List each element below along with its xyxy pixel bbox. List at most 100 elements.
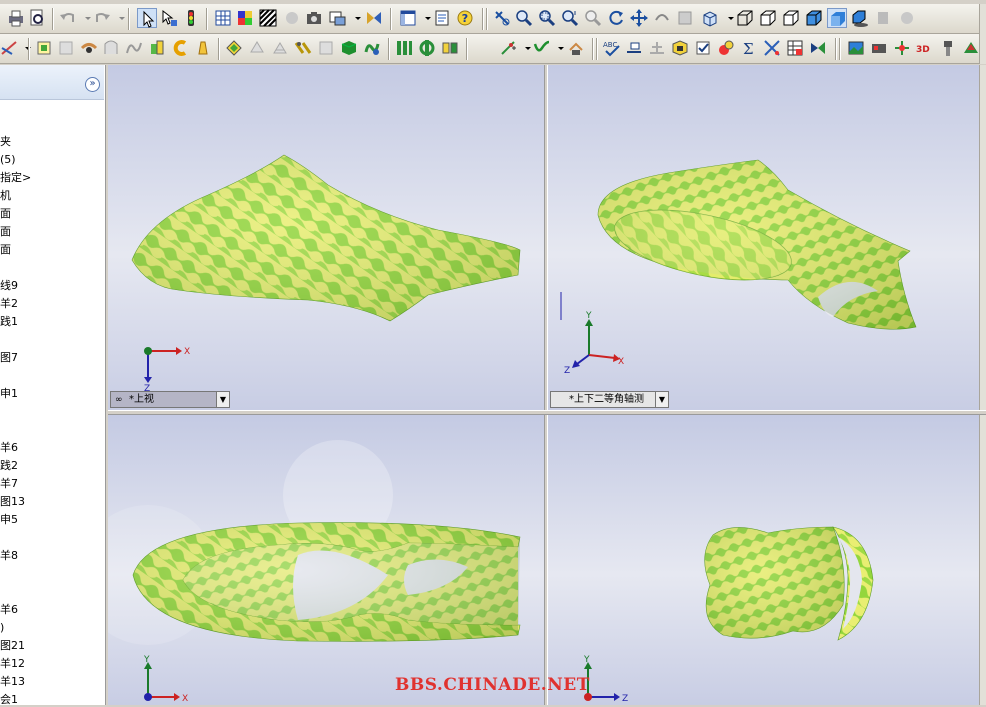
tree-item[interactable]: 指定> bbox=[0, 171, 31, 185]
tree-item[interactable]: 面 bbox=[0, 207, 11, 221]
rebuild-icon[interactable] bbox=[181, 8, 201, 28]
filled-surface-icon[interactable] bbox=[147, 38, 167, 58]
lofted-surface-icon[interactable] bbox=[101, 38, 121, 58]
view-dropdown-icon[interactable]: ▼ bbox=[655, 392, 668, 407]
thicken-icon[interactable] bbox=[339, 38, 359, 58]
select-other-icon[interactable] bbox=[159, 8, 179, 28]
3d-content-icon[interactable]: 3D bbox=[915, 38, 935, 58]
shaded-icon[interactable] bbox=[827, 8, 847, 28]
zebra-stripes-icon[interactable] bbox=[258, 8, 278, 28]
revolved-surface-icon[interactable] bbox=[56, 38, 76, 58]
fillet-icon[interactable] bbox=[417, 38, 437, 58]
offset-surface-icon[interactable] bbox=[170, 38, 190, 58]
reference-dropdown-icon[interactable] bbox=[518, 38, 531, 58]
redo-icon[interactable] bbox=[92, 8, 112, 28]
view-orientation-icon[interactable] bbox=[700, 8, 720, 28]
view-label-isometric[interactable]: *上下二等角轴测 ▼ bbox=[550, 391, 669, 408]
tree-item[interactable]: 羊8 bbox=[0, 549, 18, 563]
tree-item[interactable]: ) bbox=[0, 621, 4, 635]
draft-analysis-icon[interactable] bbox=[762, 38, 782, 58]
simulation-icon[interactable] bbox=[961, 38, 981, 58]
swept-surface-icon[interactable] bbox=[79, 38, 99, 58]
tree-item[interactable]: 面 bbox=[0, 243, 11, 257]
tree-item[interactable]: 面 bbox=[0, 225, 11, 239]
tree-item[interactable]: 图13 bbox=[0, 495, 25, 509]
planar-surface-icon[interactable] bbox=[224, 38, 244, 58]
undo-dropdown-icon[interactable] bbox=[78, 8, 91, 28]
delete-face-icon[interactable] bbox=[362, 38, 382, 58]
zoom-to-fit-icon[interactable] bbox=[514, 8, 534, 28]
window-dropdown-icon[interactable] bbox=[418, 8, 431, 28]
geometry-analysis-icon[interactable] bbox=[716, 38, 736, 58]
print-icon[interactable] bbox=[6, 8, 26, 28]
equations-icon[interactable]: Σ bbox=[739, 38, 759, 58]
view-dropdown-icon[interactable]: ▼ bbox=[216, 392, 229, 407]
radiate-surface-icon[interactable] bbox=[193, 38, 213, 58]
toolbox-icon[interactable] bbox=[938, 38, 958, 58]
mass-properties-icon[interactable] bbox=[647, 38, 667, 58]
tree-item[interactable]: 羊6 bbox=[0, 441, 18, 455]
boundary-surface-icon[interactable] bbox=[124, 38, 144, 58]
tree-item[interactable]: 图7 bbox=[0, 351, 18, 365]
wireframe-icon[interactable] bbox=[735, 8, 755, 28]
check-icon[interactable] bbox=[693, 38, 713, 58]
untrim-surface-icon[interactable] bbox=[293, 38, 313, 58]
tree-item[interactable]: 羊2 bbox=[0, 297, 18, 311]
zoom-area-icon[interactable] bbox=[537, 8, 557, 28]
tree-item[interactable]: 申5 bbox=[0, 513, 18, 527]
curves-dropdown-icon[interactable] bbox=[551, 38, 564, 58]
pan-icon[interactable] bbox=[629, 8, 649, 28]
help-icon[interactable]: ? bbox=[455, 8, 475, 28]
tree-item[interactable]: 践1 bbox=[0, 315, 18, 329]
print-preview-icon[interactable] bbox=[27, 8, 47, 28]
knit-surface-icon[interactable] bbox=[316, 38, 336, 58]
camera-icon[interactable] bbox=[304, 8, 324, 28]
render-icon[interactable] bbox=[869, 38, 889, 58]
move-copy-icon[interactable] bbox=[394, 38, 414, 58]
redo-dropdown-icon[interactable] bbox=[112, 8, 125, 28]
tree-item[interactable]: 线9 bbox=[0, 279, 18, 293]
right-scroll-stub[interactable] bbox=[979, 415, 986, 705]
tree-item[interactable]: 践2 bbox=[0, 459, 18, 473]
right-scroll-stub[interactable] bbox=[979, 65, 986, 410]
shadows-icon[interactable] bbox=[850, 8, 870, 28]
options-icon[interactable] bbox=[364, 8, 384, 28]
expand-panel-icon[interactable]: » bbox=[85, 77, 100, 92]
properties-icon[interactable] bbox=[432, 8, 452, 28]
hidden-lines-removed-icon[interactable] bbox=[781, 8, 801, 28]
tree-item[interactable]: 羊7 bbox=[0, 477, 18, 491]
tree-item[interactable]: (5) bbox=[0, 153, 16, 167]
zoom-in-out-icon[interactable] bbox=[560, 8, 580, 28]
mirror-icon[interactable] bbox=[440, 38, 460, 58]
previous-view-icon[interactable] bbox=[492, 8, 512, 28]
undo-icon[interactable] bbox=[58, 8, 78, 28]
tree-item[interactable]: 机 bbox=[0, 189, 11, 203]
trim-surface-icon[interactable] bbox=[270, 38, 290, 58]
window-icon[interactable] bbox=[398, 8, 418, 28]
sketch-dropdown-icon[interactable] bbox=[18, 38, 31, 58]
reference-point-icon[interactable] bbox=[498, 38, 518, 58]
viewport-splitter-vertical[interactable] bbox=[544, 65, 548, 705]
sketch-icon[interactable] bbox=[0, 38, 20, 58]
extend-surface-icon[interactable] bbox=[247, 38, 267, 58]
viewport-splitter-horizontal[interactable] bbox=[108, 410, 986, 415]
hidden-lines-visible-icon[interactable] bbox=[758, 8, 778, 28]
rotate-view-icon[interactable] bbox=[606, 8, 626, 28]
realview-icon[interactable] bbox=[897, 8, 917, 28]
curves-icon[interactable] bbox=[532, 38, 552, 58]
roll-view-icon[interactable] bbox=[652, 8, 672, 28]
zoom-selection-icon[interactable] bbox=[583, 8, 603, 28]
viewport-top-right[interactable]: Y X Z *上下二等角轴测 ▼ bbox=[548, 65, 979, 410]
select-icon[interactable] bbox=[137, 8, 157, 28]
orientation-dropdown-icon[interactable] bbox=[721, 8, 734, 28]
tree-item[interactable]: 羊6 bbox=[0, 603, 18, 617]
view-label-top[interactable]: ∞ *上视 ▼ bbox=[110, 391, 230, 408]
sphere-icon[interactable] bbox=[282, 8, 302, 28]
viewport-bottom-left[interactable]: Y X bbox=[108, 415, 544, 705]
section-properties-icon[interactable] bbox=[670, 38, 690, 58]
tree-item[interactable]: 夹 bbox=[0, 135, 11, 149]
viewport-bottom-right[interactable]: Y Z bbox=[548, 415, 979, 705]
viewport-top-left[interactable]: X Z ∞ *上视 ▼ bbox=[108, 65, 544, 410]
tree-item[interactable]: 羊12 bbox=[0, 657, 25, 671]
shaded-with-edges-icon[interactable] bbox=[804, 8, 824, 28]
